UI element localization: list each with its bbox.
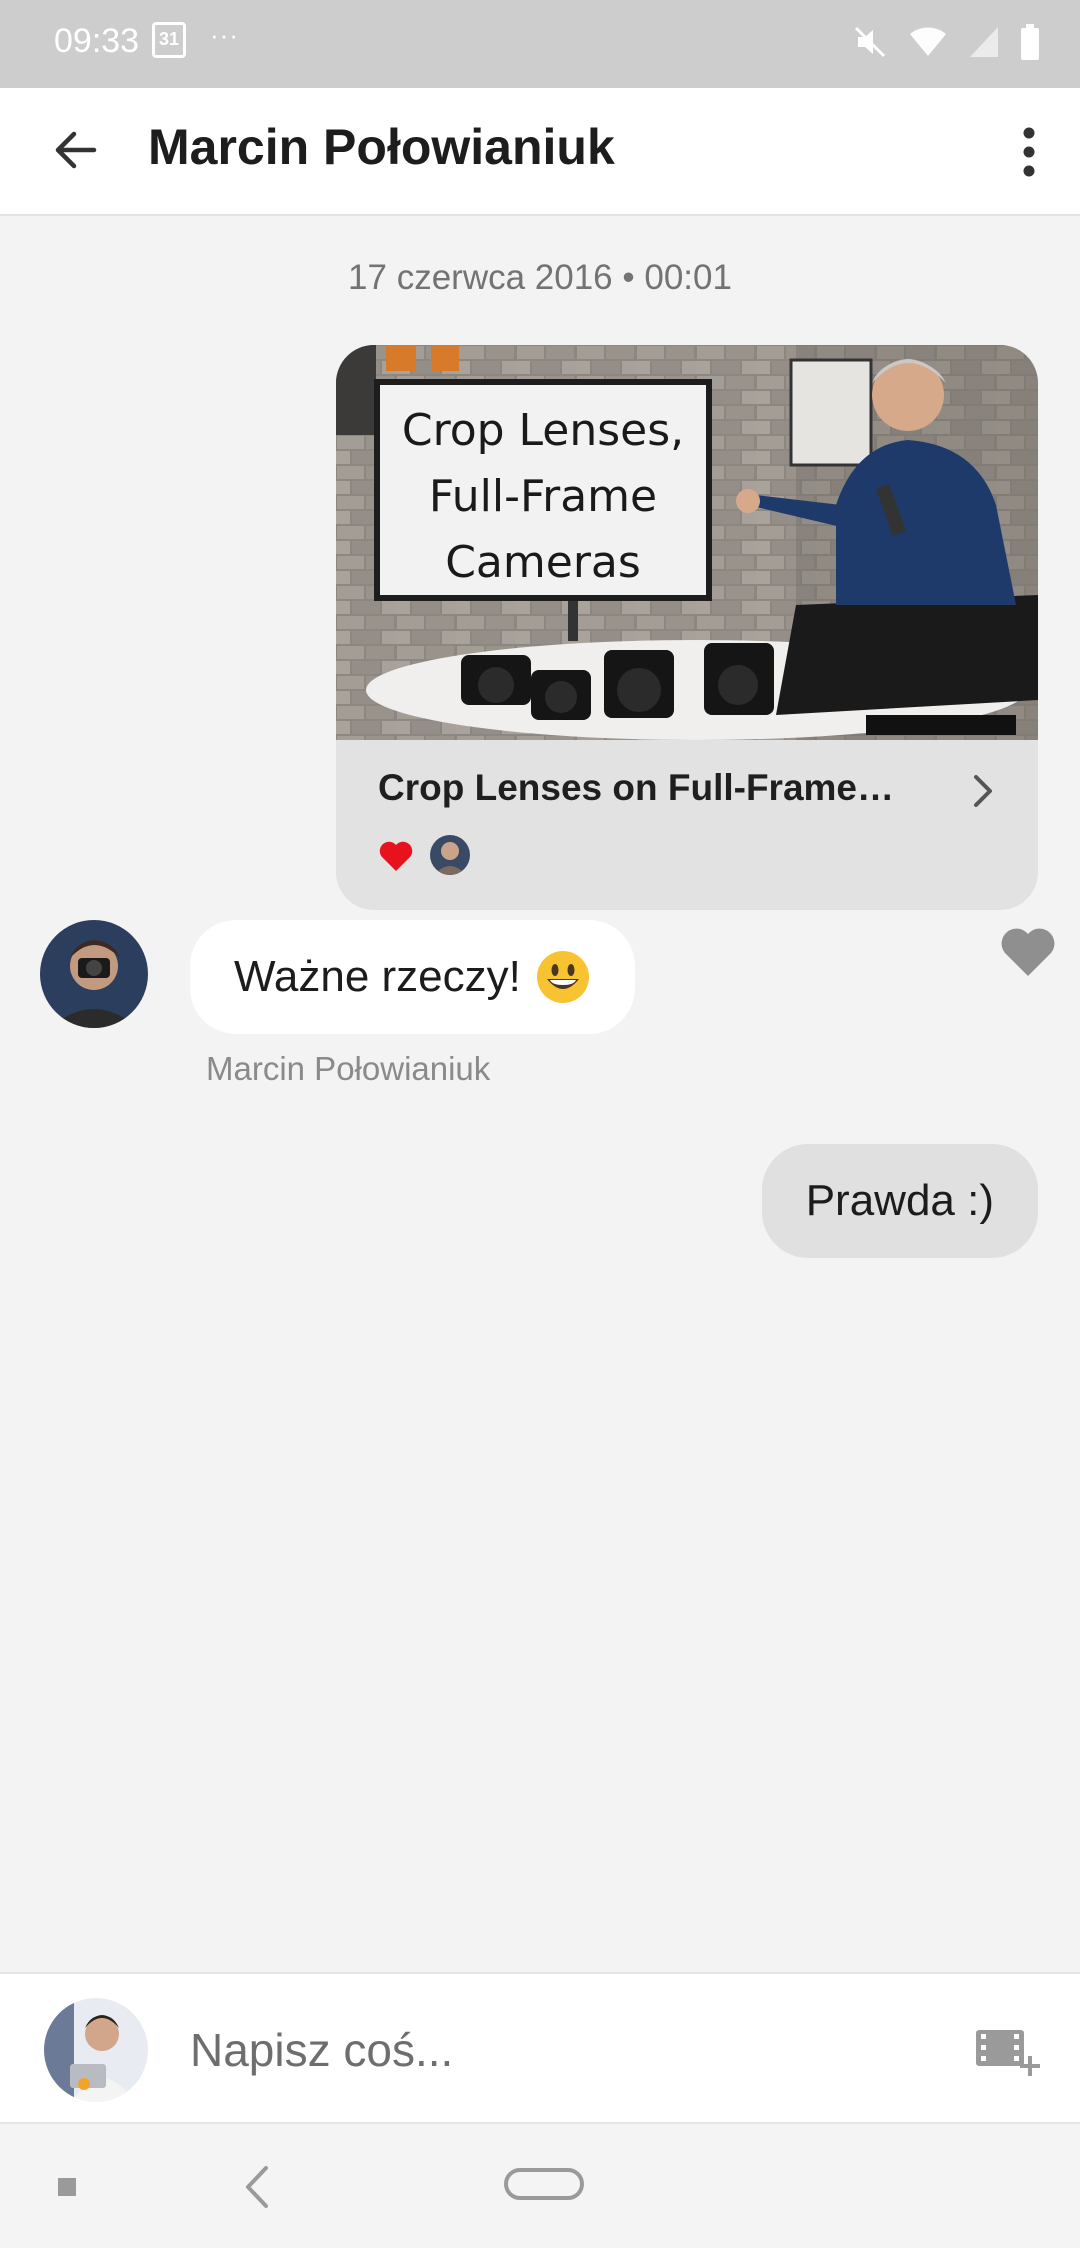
back-arrow-icon[interactable] [46, 120, 106, 180]
status-bar: 09:33 31 ··· [0, 0, 1080, 88]
signal-icon [970, 27, 998, 57]
contact-avatar[interactable] [40, 920, 148, 1028]
liker-avatar [430, 835, 470, 875]
thumbnail-line-3: Cameras [445, 537, 641, 588]
system-back-button[interactable] [242, 2164, 272, 2210]
shared-video-card[interactable]: Crop Lenses, Full-Frame Cameras Crop Len… [336, 345, 1038, 910]
battery-icon [1021, 24, 1039, 60]
thumbnail-line-1: Crop Lenses, [402, 405, 684, 456]
status-time: 09:33 [54, 22, 140, 60]
more-notifications-indicator: ··· [210, 20, 239, 50]
home-button[interactable] [504, 2168, 584, 2200]
my-avatar [44, 1998, 148, 2102]
calendar-notification-icon: 31 [152, 22, 186, 58]
heart-filled-icon [379, 841, 413, 871]
like-heart-icon[interactable] [1000, 926, 1056, 978]
system-navigation-bar [0, 2126, 1080, 2248]
recent-apps-button[interactable] [58, 2178, 76, 2196]
incoming-message-text: Ważne rzeczy! [234, 952, 521, 1001]
incoming-message-bubble[interactable]: Ważne rzeczy! [190, 920, 635, 1034]
thumbnail-line-2: Full-Frame [429, 471, 657, 522]
top-app-bar: Marcin Połowianiuk [0, 88, 1080, 216]
chevron-right-icon[interactable] [966, 769, 1000, 813]
status-icons [852, 22, 1040, 62]
conversation-date: 17 czerwca 2016 • 00:01 [348, 258, 732, 297]
outgoing-message-bubble[interactable]: Prawda :) [761, 1144, 1038, 1258]
message-sender-name: Marcin Połowianiuk [206, 1050, 491, 1087]
grinning-emoji-icon [536, 951, 589, 1003]
message-composer [0, 1972, 1080, 2124]
wifi-icon [910, 27, 946, 56]
page-title: Marcin Połowianiuk [148, 119, 615, 175]
add-video-icon[interactable] [974, 2026, 1040, 2078]
outgoing-message-text: Prawda :) [805, 1176, 994, 1225]
video-thumbnail[interactable]: Crop Lenses, Full-Frame Cameras [336, 345, 1038, 740]
message-input[interactable] [188, 2004, 952, 2096]
more-options-icon[interactable] [1014, 122, 1044, 182]
mute-icon [854, 26, 886, 58]
video-title[interactable]: Crop Lenses on Full-Frame… [378, 767, 938, 809]
